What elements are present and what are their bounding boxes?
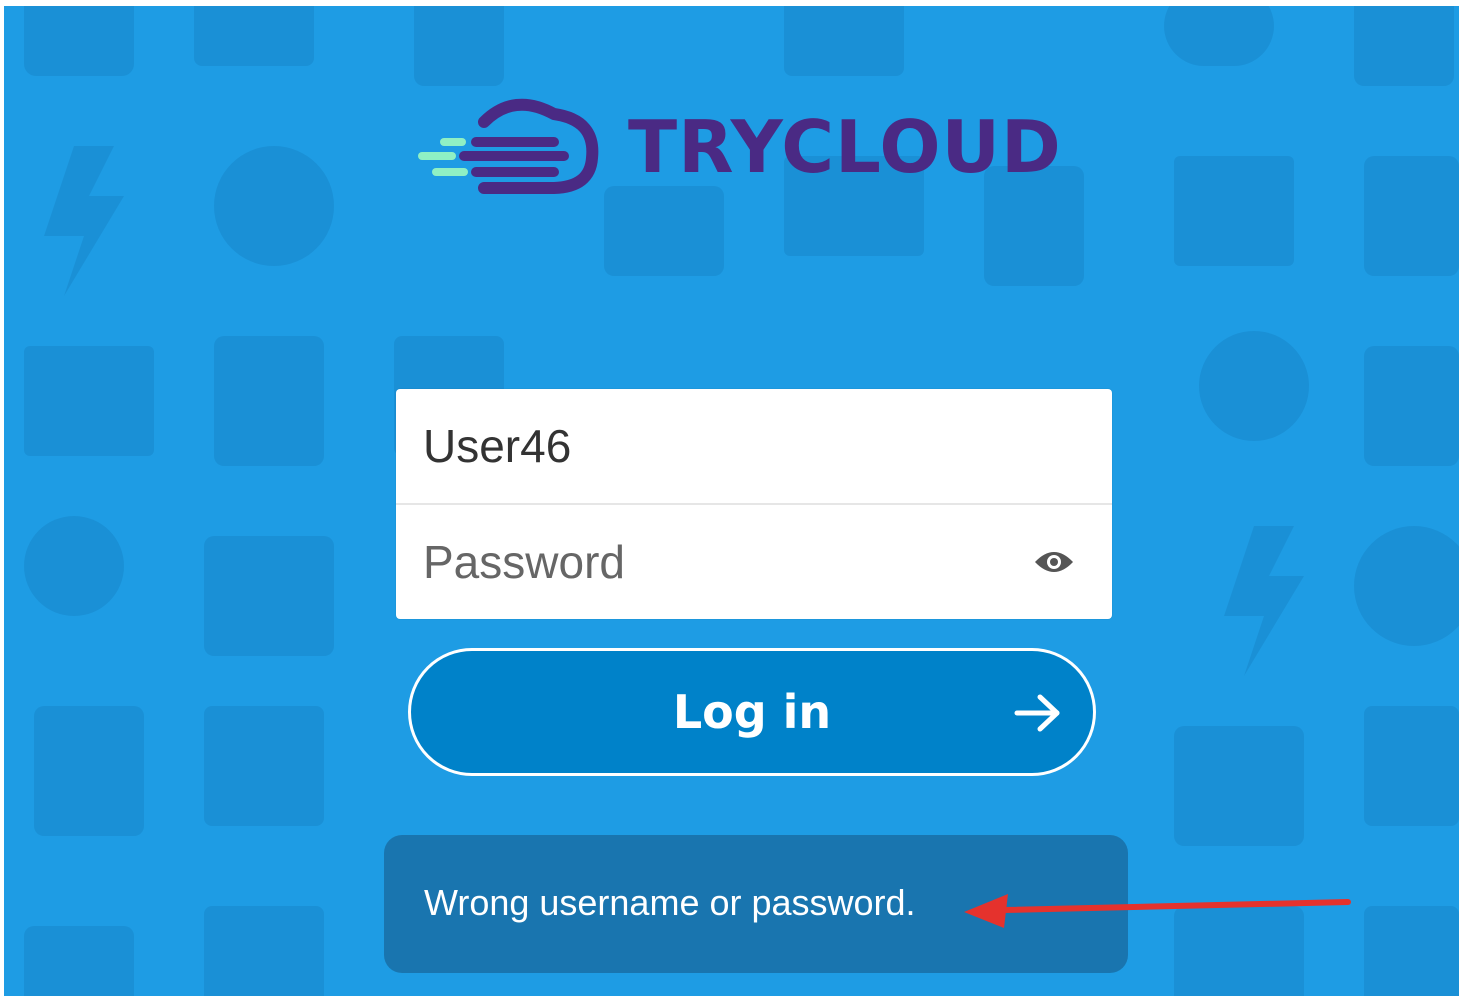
username-input[interactable] — [396, 419, 1023, 473]
brand-name: TRYCLOUD — [628, 105, 1062, 189]
username-field-row — [396, 389, 1112, 505]
cloud-logo-icon — [418, 98, 599, 194]
login-button-label: Log in — [672, 685, 832, 739]
brand-logo: TRYCLOUD — [414, 92, 1062, 202]
login-button[interactable]: Log in — [408, 648, 1096, 776]
eye-icon[interactable] — [1032, 547, 1076, 577]
arrow-right-icon — [1014, 694, 1060, 732]
error-message: Wrong username or password. — [424, 882, 916, 923]
red-arrow-icon — [964, 894, 1351, 928]
password-input[interactable] — [396, 535, 1023, 589]
password-field-row — [396, 505, 1112, 619]
login-form — [396, 389, 1112, 619]
login-screen: TRYCLOUD Log in Wrong username or passwo… — [4, 6, 1459, 996]
